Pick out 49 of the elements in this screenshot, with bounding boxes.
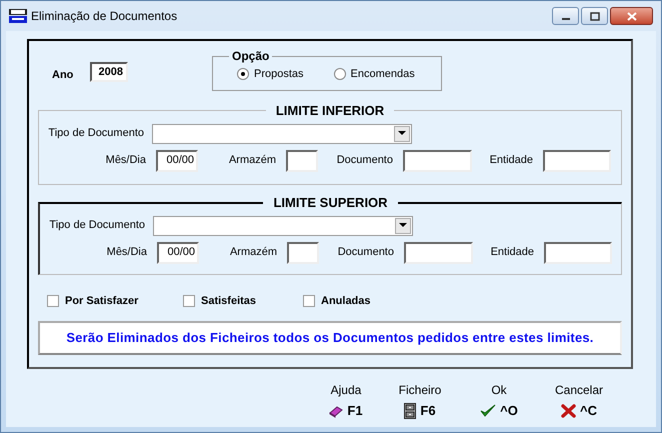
book-icon <box>329 404 344 418</box>
field-label: Tipo de Documento <box>47 126 145 142</box>
field-label: Mês/Dia <box>104 153 146 168</box>
button-label: Ajuda <box>330 382 362 399</box>
checkmark-icon <box>480 404 496 418</box>
button-label: Ok <box>491 382 507 399</box>
text-field[interactable]: 00/00 <box>157 242 199 264</box>
group-title: Opção <box>231 48 270 65</box>
shortcut-button[interactable]: F6 <box>404 401 436 420</box>
year-field[interactable]: 2008 <box>90 62 128 82</box>
radio-option[interactable]: Encomendas <box>334 66 415 82</box>
checkbox-option[interactable]: Por Satisfazer <box>47 292 183 310</box>
field-label: Armazém <box>228 153 276 168</box>
shortcut-button[interactable]: F1 <box>329 401 363 420</box>
shortcut-button[interactable]: ^O <box>480 401 518 420</box>
field-label: Mês/Dia <box>106 245 147 260</box>
radio-option[interactable]: Propostas <box>237 66 304 82</box>
file-cabinet-icon <box>404 402 416 419</box>
field-label: Tipo de Documento <box>48 218 146 234</box>
maximize-icon <box>590 12 600 20</box>
cross-icon <box>561 404 576 418</box>
button-label: Cancelar <box>554 382 604 399</box>
field-label: Entidade <box>488 153 533 168</box>
close-button[interactable] <box>610 7 653 25</box>
text-field[interactable] <box>286 150 318 172</box>
text-field[interactable] <box>544 242 612 264</box>
button-label: Ficheiro <box>398 382 442 399</box>
maximize-button[interactable] <box>581 7 608 25</box>
minimize-button[interactable] <box>552 7 579 25</box>
info-message: Serão Eliminados dos Ficheiros todos os Documentos pedidos entre estes limites. <box>38 321 622 355</box>
year-label: Ano <box>52 68 74 83</box>
field-label: Documento <box>336 153 393 168</box>
group-title: LIMITE INFERIOR <box>274 102 386 120</box>
group-title: LIMITE SUPERIOR <box>272 194 389 212</box>
text-field[interactable] <box>404 242 473 264</box>
close-icon <box>626 12 636 20</box>
text-field[interactable]: 00/00 <box>156 150 198 172</box>
text-field[interactable] <box>543 150 611 172</box>
field-label: Documento <box>336 245 394 260</box>
checkbox-option[interactable]: Satisfeitas <box>183 292 303 310</box>
window-title: Eliminação de Documentos <box>31 8 178 25</box>
text-field[interactable] <box>287 242 319 264</box>
app-icon <box>9 9 27 23</box>
shortcut-button[interactable]: ^C <box>561 401 597 420</box>
text-field[interactable] <box>403 150 472 172</box>
field-label: Entidade <box>490 245 534 260</box>
field-label: Armazém <box>228 245 277 260</box>
minimize-icon <box>562 18 570 20</box>
checkbox-option[interactable]: Anuladas <box>303 292 413 310</box>
